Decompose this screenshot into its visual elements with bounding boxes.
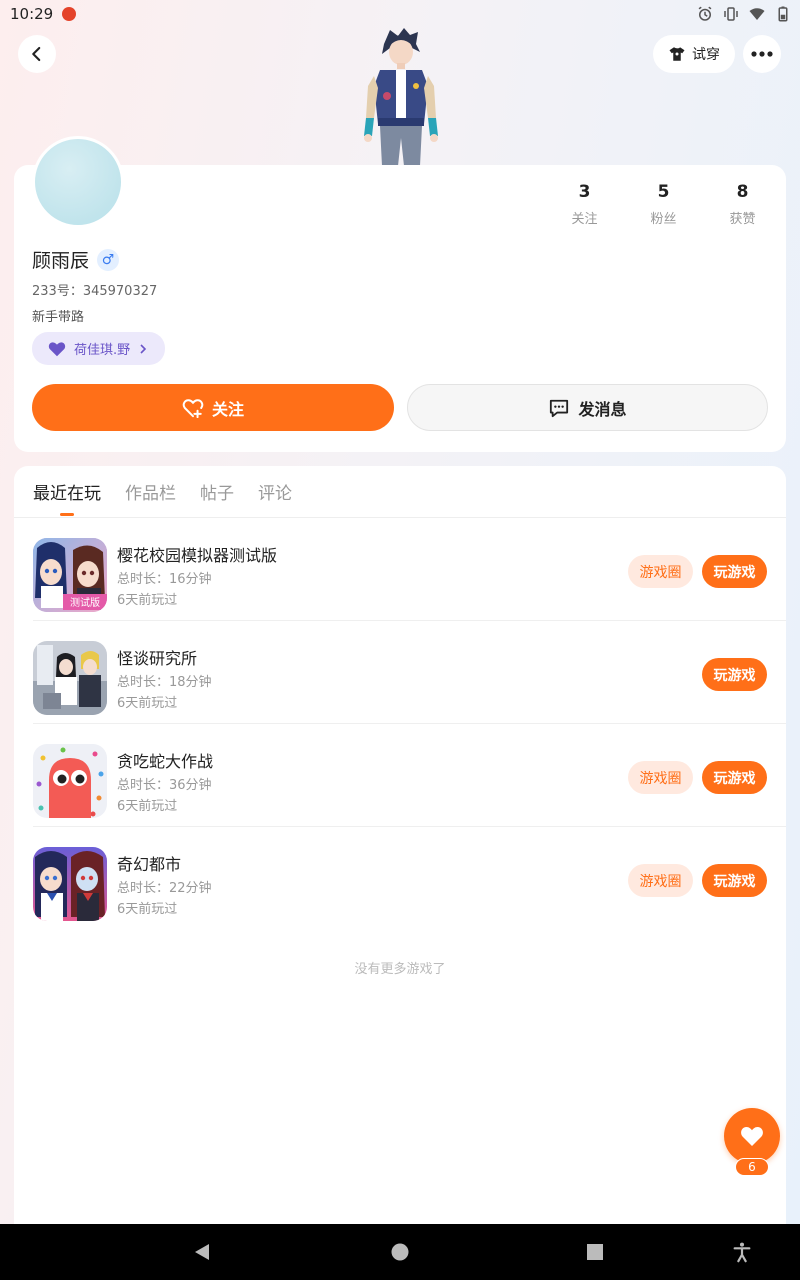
nav-back-button[interactable] (182, 1224, 222, 1280)
like-count-badge: 6 (735, 1158, 769, 1176)
play-game-button[interactable]: 玩游戏 (702, 864, 767, 897)
profile-stats: 3 关注 5 粉丝 8 获赞 (545, 182, 782, 227)
nav-accessibility-button[interactable] (722, 1224, 762, 1280)
game-last-played: 6天前玩过 (117, 593, 178, 608)
game-duration: 总时长：16分钟 (117, 572, 212, 587)
profile-name-row: 顾雨辰 ♂ (32, 246, 120, 273)
game-icon-fantasy-city[interactable] (33, 847, 107, 921)
system-navigation-bar (0, 1224, 800, 1280)
game-name: 怪谈研究所 (117, 649, 198, 668)
follow-label: 关注 (211, 399, 244, 419)
game-last-played: 6天前玩过 (117, 799, 178, 814)
notification-icon (62, 7, 76, 21)
tab-recent-playing[interactable]: 最近在玩 (33, 479, 101, 504)
stat-followers[interactable]: 5 粉丝 (624, 182, 703, 227)
heart-icon (741, 1127, 763, 1146)
profile-name: 顾雨辰 (32, 250, 90, 272)
profile-title: 新手带路 (32, 310, 85, 325)
stat-following[interactable]: 3 关注 (545, 182, 624, 227)
wifi-icon (749, 8, 765, 20)
battery-icon (778, 6, 788, 22)
back-button[interactable] (18, 35, 56, 73)
purple-heart-icon (48, 341, 66, 356)
game-circle-button[interactable]: 游戏圈 (628, 864, 693, 897)
stat-label: 获赞 (729, 212, 756, 227)
male-gender-icon: ♂ (97, 248, 120, 271)
chat-bubble-icon (550, 399, 569, 417)
profile-uid[interactable]: 233号：345970327 (32, 280, 157, 299)
stat-likes[interactable]: 8 获赞 (703, 182, 782, 227)
stat-value: 5 (657, 182, 670, 202)
tab-works[interactable]: 作品栏 (125, 479, 176, 504)
game-icon-snake[interactable] (33, 744, 107, 818)
tab-indicator (60, 513, 74, 516)
message-label: 发消息 (578, 399, 627, 419)
stat-label: 关注 (571, 212, 598, 227)
stat-value: 8 (736, 182, 749, 202)
tshirt-icon (669, 47, 685, 61)
try-on-label: 试穿 (692, 47, 720, 63)
play-game-button[interactable]: 玩游戏 (702, 555, 767, 588)
character-avatar-image[interactable] (360, 26, 442, 166)
game-icon-label: 测试版 (70, 596, 100, 609)
stat-value: 3 (578, 182, 591, 202)
nav-recents-button[interactable] (575, 1224, 615, 1280)
list-item[interactable]: 奇幻都市 总时长：22分钟 6天前玩过 游戏圈 玩游戏 (14, 827, 786, 930)
status-icons (696, 5, 792, 23)
avatar[interactable] (32, 136, 124, 228)
more-dots-icon (751, 51, 773, 57)
alarm-icon (698, 6, 712, 21)
list-item[interactable]: 怪谈研究所 总时长：18分钟 6天前玩过 玩游戏 (14, 621, 786, 724)
chevron-left-icon (32, 46, 41, 62)
list-item[interactable]: 测试版 樱花校园模拟器测试版 总时长：16分钟 6天前玩过 游戏圈 玩游戏 (14, 518, 786, 621)
try-on-button[interactable]: 试穿 (653, 35, 735, 73)
list-end-text: 没有更多游戏了 (354, 962, 446, 977)
game-name: 奇幻都市 (117, 855, 182, 874)
circle-home-icon (391, 1243, 409, 1261)
list-item[interactable]: 贪吃蛇大作战 总时长：36分钟 6天前玩过 游戏圈 玩游戏 (14, 724, 786, 827)
game-circle-button[interactable]: 游戏圈 (628, 761, 693, 794)
tab-posts[interactable]: 帖子 (200, 479, 234, 504)
game-duration: 总时长：22分钟 (117, 881, 212, 896)
stat-label: 粉丝 (650, 212, 677, 227)
message-button[interactable]: 发消息 (407, 384, 768, 431)
game-icon-ghost-lab[interactable] (33, 641, 107, 715)
accessibility-icon (733, 1242, 751, 1263)
game-duration: 总时长：18分钟 (117, 675, 212, 690)
game-last-played: 6天前玩过 (117, 902, 178, 917)
tab-comments[interactable]: 评论 (258, 479, 292, 504)
triangle-back-icon (195, 1244, 209, 1260)
chevron-right-icon (140, 343, 147, 354)
more-button[interactable] (743, 35, 781, 73)
heart-plus-icon (182, 398, 204, 418)
tab-bar: 最近在玩 作品栏 帖子 评论 (33, 479, 292, 504)
game-last-played: 6天前玩过 (117, 696, 178, 711)
status-bar: 10:29 (0, 0, 800, 28)
game-icon-sakura-school[interactable]: 测试版 (33, 538, 107, 612)
status-time: 10:29 (10, 5, 54, 23)
nav-home-button[interactable] (380, 1224, 420, 1280)
game-name: 樱花校园模拟器测试版 (117, 546, 278, 565)
square-recents-icon (587, 1244, 603, 1260)
friend-tag[interactable]: 荷佳琪.野 (32, 332, 165, 365)
game-name: 贪吃蛇大作战 (117, 752, 214, 771)
friend-tag-label: 荷佳琪.野 (74, 343, 131, 358)
play-game-button[interactable]: 玩游戏 (702, 761, 767, 794)
like-button[interactable] (724, 1108, 780, 1164)
vibrate-icon (724, 7, 738, 21)
game-duration: 总时长：36分钟 (117, 778, 212, 793)
play-game-button[interactable]: 玩游戏 (702, 658, 767, 691)
game-circle-button[interactable]: 游戏圈 (628, 555, 693, 588)
follow-button[interactable]: 关注 (32, 384, 394, 431)
